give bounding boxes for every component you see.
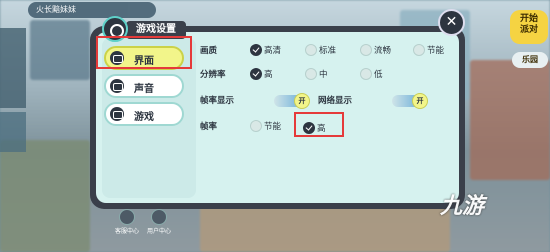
- framerate-label: 帧率: [200, 122, 218, 132]
- customer-service-label: 客服中心: [114, 228, 139, 235]
- tab-label: 声音: [134, 84, 154, 95]
- resolution-label: 分辨率: [200, 70, 226, 80]
- network-display-toggle[interactable]: 开: [392, 93, 428, 109]
- radio-icon: [250, 68, 262, 80]
- tab-game[interactable]: 游戏: [104, 102, 184, 126]
- highlight-box: [96, 36, 192, 69]
- network-display-label: 网络显示: [318, 96, 353, 106]
- user-center-label: 用户中心: [146, 228, 171, 235]
- user-icon: [151, 209, 167, 225]
- watermark-logo: 九游: [440, 194, 485, 219]
- radio-icon: [305, 44, 317, 56]
- radio-icon: [250, 44, 262, 56]
- speaker-icon: [110, 79, 124, 93]
- quality-label: 画质: [200, 46, 218, 56]
- radio-icon: [250, 120, 262, 132]
- radio-icon: [360, 68, 372, 80]
- highlight-box: [294, 112, 344, 137]
- radio-icon: [413, 44, 425, 56]
- fps-display-label: 帧率显示: [200, 96, 235, 106]
- toggle-knob: 开: [412, 93, 428, 109]
- left-hud-panel-2: [0, 112, 26, 152]
- user-center-button[interactable]: 用户中心: [146, 209, 172, 235]
- toggle-knob: 开: [294, 93, 310, 109]
- tab-sound[interactable]: 声音: [104, 74, 184, 98]
- paradise-button[interactable]: 乐园: [512, 52, 548, 68]
- radio-icon: [360, 44, 372, 56]
- headset-icon: [119, 209, 135, 225]
- close-button[interactable]: ✕: [438, 9, 465, 36]
- left-hud-panel: [0, 28, 26, 108]
- tab-label: 游戏: [134, 112, 154, 123]
- customer-service-button[interactable]: 客服中心: [114, 209, 140, 235]
- settings-dialog: 游戏设置 ✕ 界面 声音 游戏 画质 高清 标准 流畅 节能 分辨率 高 中 低…: [90, 9, 465, 209]
- start-party-button[interactable]: 开始 派对: [510, 10, 548, 44]
- radio-icon: [305, 68, 317, 80]
- fps-display-toggle[interactable]: 开: [274, 93, 310, 109]
- gamepad-icon: [110, 107, 124, 121]
